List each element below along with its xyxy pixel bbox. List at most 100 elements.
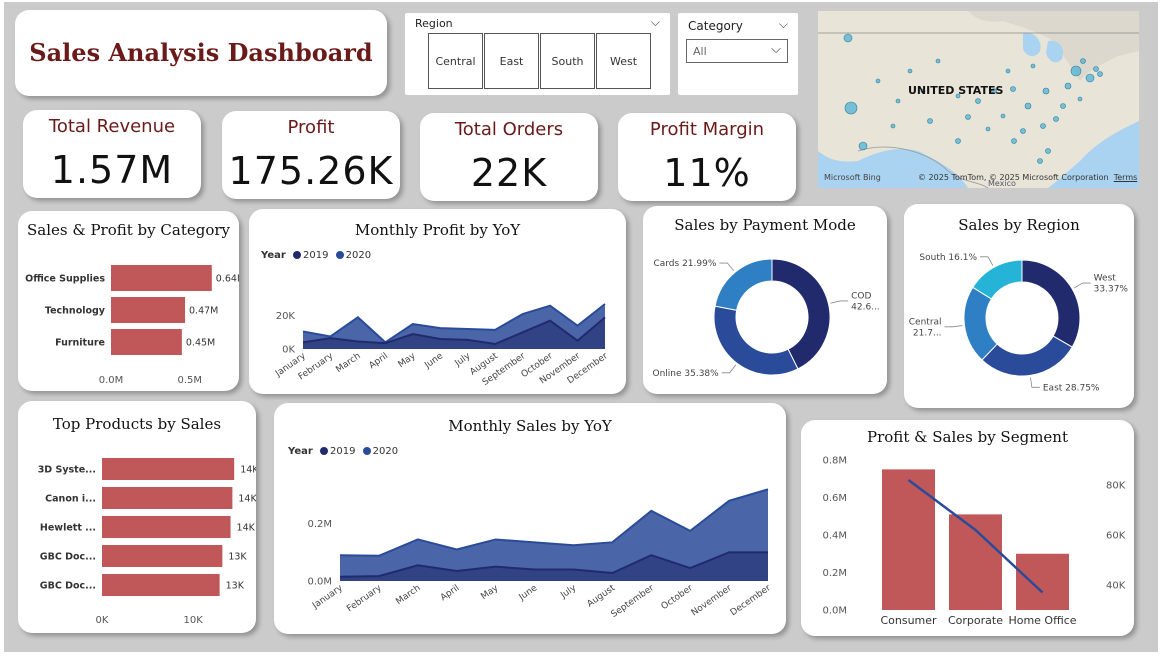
chart-card-products: Top Products by Sales 3D Syste... 14K Cano… — [18, 401, 256, 633]
x-tick-label: May — [397, 351, 419, 370]
chart-card-category: Sales & Profit by Category Office Suppli… — [18, 211, 239, 391]
leader-line — [719, 262, 735, 272]
y-tick-label: 0.8M — [822, 456, 847, 467]
x-tick-label: May — [479, 583, 501, 602]
payment-donut-chart: COD42.6... Online 35.38% Cards 21.99% — [653, 258, 880, 379]
x-tick-label: November — [690, 583, 734, 618]
page-title: Sales Analysis Dashboard — [29, 38, 373, 67]
category-label: GBC Doc... — [40, 552, 96, 563]
leader-line — [830, 300, 849, 304]
x-tick-label: March — [394, 583, 422, 607]
region-tile-west[interactable]: West — [596, 33, 651, 89]
kpi-total-orders: Total Orders 22K — [420, 113, 598, 201]
map-graphic — [818, 11, 1139, 188]
x-tick-label: Corporate — [948, 614, 1003, 627]
map-bing-logo: Microsoft Bing — [824, 173, 881, 182]
x-tick-label: March — [334, 351, 362, 375]
kpi-total-revenue: Total Revenue 1.57M — [23, 110, 201, 198]
x-tick-label: August — [586, 583, 618, 610]
x-tick-label: July — [558, 583, 578, 601]
y-tick-label: 0.2M — [822, 568, 847, 579]
leader-line — [944, 325, 963, 328]
bar — [102, 545, 223, 567]
x-tick-label: Home Office — [1008, 614, 1076, 627]
region-tile-south[interactable]: South — [540, 33, 595, 89]
leader-line — [1030, 377, 1040, 388]
x-tick-label: 0.0M — [99, 375, 124, 386]
category-label: Furniture — [55, 338, 105, 349]
chevron-down-icon[interactable]: ⌵ — [779, 17, 788, 32]
kpi-value: 175.26K — [228, 149, 394, 193]
chart-card-region: Sales by Region West 33.37% East 28.75% Cen… — [904, 204, 1134, 408]
x-tick-label: April — [439, 583, 462, 603]
kpi-profit-margin: Profit Margin 11% — [618, 113, 796, 201]
data-label: South 16.1% — [919, 253, 977, 263]
data-label: 0.45M — [186, 338, 215, 349]
data-label: 14K — [238, 494, 256, 505]
x-tick-label: February — [345, 583, 384, 614]
kpi-value: 11% — [663, 151, 751, 195]
x-tick-label: June — [517, 583, 540, 603]
y-tick-label: 0.2M — [307, 519, 332, 530]
x-tick-label: April — [367, 351, 390, 371]
data-label: 42.6... — [851, 302, 880, 312]
x-tick-label: 0.5M — [177, 375, 202, 386]
bar — [102, 516, 231, 538]
title-card: Sales Analysis Dashboard — [15, 10, 387, 96]
category-label: GBC Doc... — [40, 581, 96, 592]
chevron-down-icon[interactable]: ⌵ — [651, 15, 660, 30]
leader-line — [721, 364, 737, 374]
bar — [102, 574, 220, 596]
data-label: 14K — [240, 465, 256, 476]
region-tile-central[interactable]: Central — [428, 33, 483, 89]
slice-west — [1021, 259, 1081, 348]
category-label: Canon i... — [45, 494, 96, 505]
y2-tick-label: 80K — [1106, 481, 1126, 492]
category-label: Office Supplies — [25, 274, 105, 285]
bar — [882, 469, 935, 610]
x-tick-label: June — [422, 351, 445, 371]
map-copyright: © 2025 TomTom, © 2025 Microsoft Corporat… — [918, 173, 1138, 182]
data-label: West — [1094, 274, 1117, 284]
y-tick-label: 20K — [276, 311, 296, 322]
region-tile-east[interactable]: East — [484, 33, 539, 89]
data-label: Online 35.38% — [653, 369, 720, 379]
y-tick-label: 0.0M — [307, 577, 332, 588]
data-label: COD — [851, 291, 871, 301]
category-label: Hewlett ... — [40, 523, 96, 534]
data-label: 14K — [237, 523, 256, 534]
segment-combo-chart: 0.0M 0.2M 0.4M 0.6M 0.8M 40K 60K 80K Consumer Cor… — [822, 456, 1126, 628]
chart-card-payment: Sales by Payment Mode COD 42.6... Online 3… — [643, 206, 887, 394]
kpi-label: Total Revenue — [48, 116, 176, 137]
map-terms-link[interactable]: Terms — [1114, 173, 1138, 182]
kpi-value: 22K — [470, 151, 548, 195]
y-tick-label: 0K — [282, 345, 295, 356]
y2-tick-label: 60K — [1106, 531, 1126, 542]
chart-card-monthly-profit: Monthly Profit by YoY Year 2019 2020 0K 2… — [249, 209, 626, 394]
chart-card-segment: Profit & Sales by Segment 0.0M 0.2M 0.4M 0.… — [801, 420, 1134, 636]
category-label: Technology — [45, 306, 106, 317]
y-tick-label: 0.4M — [822, 531, 847, 542]
data-label: East 28.75% — [1043, 383, 1100, 393]
kpi-profit: Profit 175.26K — [222, 111, 400, 199]
data-label: 13K — [226, 581, 245, 592]
kpi-label: Total Orders — [454, 119, 564, 140]
x-tick-label: Consumer — [880, 614, 937, 627]
monthly-sales-area-chart: 0.0M0.2MJanuary February March April May June… — [307, 488, 773, 620]
chevron-down-icon: ⌵ — [771, 42, 781, 57]
region-map[interactable]: UNITED STATES Microsoft Bing © 2025 TomT… — [818, 11, 1139, 188]
bar — [111, 329, 182, 355]
category-dropdown-value: All — [693, 45, 707, 58]
bar — [111, 297, 186, 323]
chart-card-monthly-sales: Monthly Sales by YoY Year 2019 2020 0.0M… — [274, 403, 786, 634]
category-dropdown[interactable]: All ⌵ — [686, 39, 788, 63]
bar — [1016, 553, 1069, 610]
data-label: Central — [909, 317, 942, 327]
category-label: 3D Syste... — [38, 465, 96, 476]
kpi-value: 1.57M — [50, 148, 174, 192]
products-bar-chart: 3D Syste... 14K Canon i... 14K Hewlett ... 14… — [38, 458, 256, 626]
slice-cards — [714, 258, 773, 311]
category-bar-chart: Office Supplies 0.64M Technology 0.47M Furni… — [25, 265, 239, 386]
region-slicer-title: Region — [415, 17, 453, 30]
y2-tick-label: 40K — [1106, 581, 1126, 592]
